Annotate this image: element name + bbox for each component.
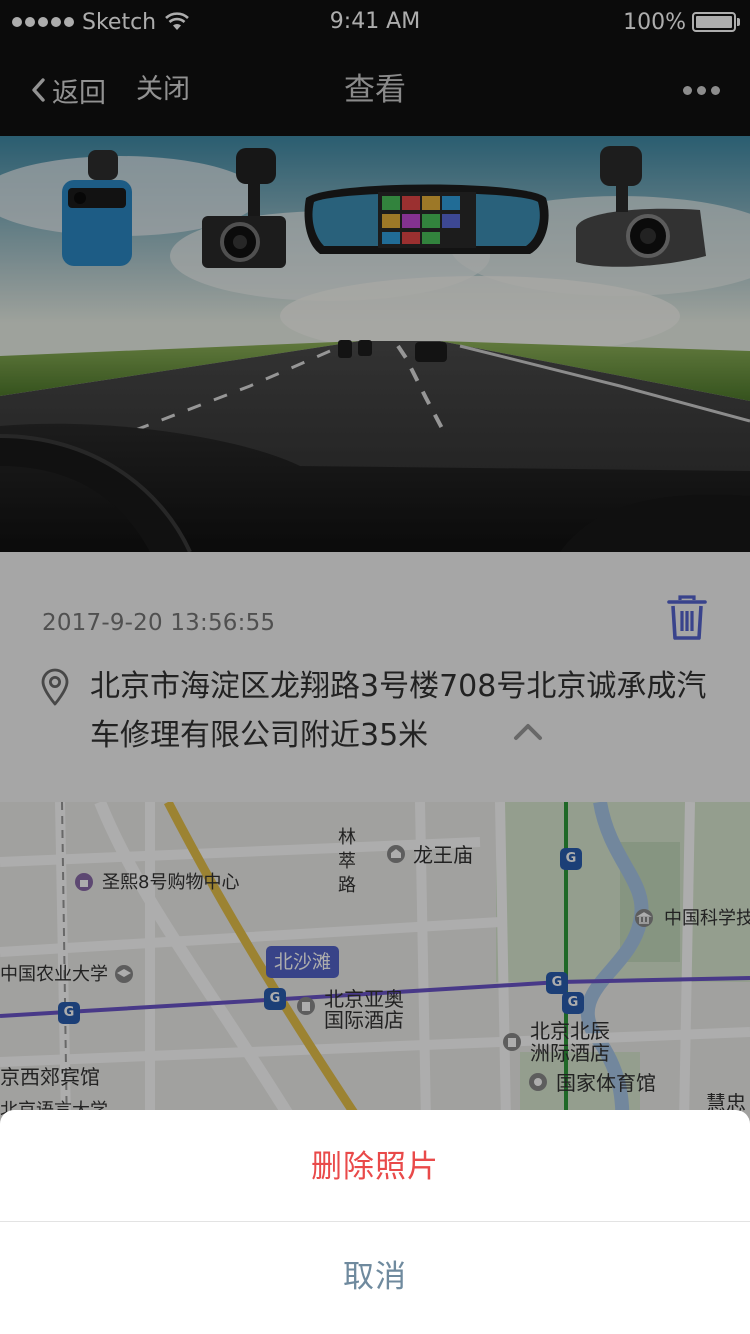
cancel-button[interactable]: 取消 xyxy=(0,1222,750,1332)
action-sheet: 删除照片 取消 xyxy=(0,1110,750,1334)
delete-photo-button[interactable]: 删除照片 xyxy=(0,1112,750,1222)
photo-viewer-screen: Sketch 9:41 AM 100% 返回 关闭 查看 2017-9-20 1… xyxy=(0,0,750,1334)
